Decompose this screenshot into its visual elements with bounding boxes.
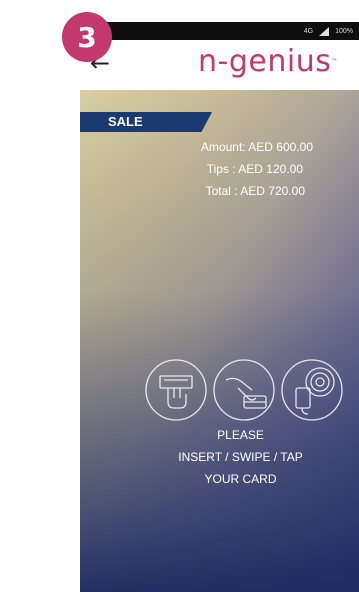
battery-indicator: 100% (335, 27, 353, 35)
app-bar: ← n-genius™ (80, 40, 359, 90)
phone-screen: 4G 100% ← n-genius™ SALE Amount: AED 600… (80, 22, 359, 592)
trademark-mark: ™ (331, 58, 338, 65)
status-bar: 4G 100% (80, 22, 359, 40)
swipe-card-icon (213, 359, 275, 421)
card-instructions: PLEASE INSERT / SWIPE / TAP YOUR CARD (80, 424, 359, 490)
tips-line: Tips : AED 120.00 (206, 162, 303, 176)
app-logo: n-genius™ (198, 42, 338, 82)
amount-summary: Amount: AED 600.00 Tips : AED 120.00 Tot… (80, 136, 359, 202)
amount-line: Amount: AED 600.00 (200, 140, 313, 154)
logo-text: n-genius (198, 44, 332, 79)
instruction-line: INSERT / SWIPE / TAP (178, 450, 303, 464)
insert-card-icon (145, 359, 207, 421)
payment-screen: SALE Amount: AED 600.00 Tips : AED 120.0… (80, 90, 359, 592)
tap-card-icon (281, 359, 343, 421)
instruction-line: YOUR CARD (204, 472, 277, 486)
instruction-line: PLEASE (217, 428, 264, 442)
total-line: Total : AED 720.00 (205, 184, 305, 198)
step-badge: 3 (62, 12, 112, 62)
transaction-type-tag: SALE (80, 112, 212, 132)
signal-icon (319, 26, 330, 36)
card-methods-icons (145, 359, 343, 421)
network-indicator: 4G (303, 27, 314, 35)
